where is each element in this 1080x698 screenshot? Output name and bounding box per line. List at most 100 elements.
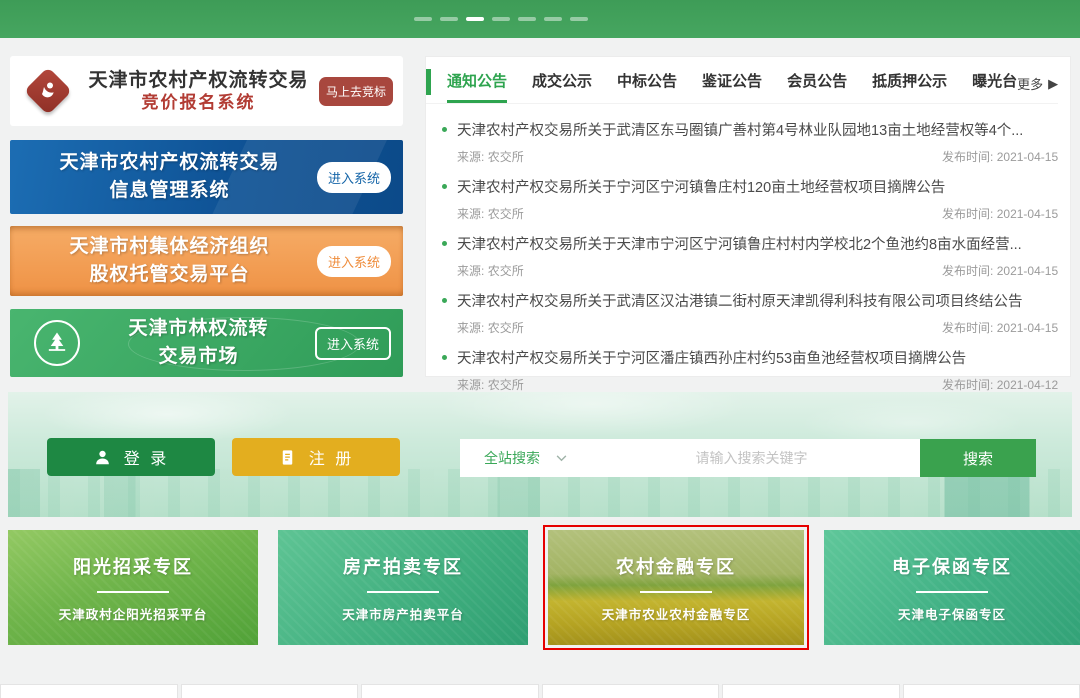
zone-rural-finance-highlighted[interactable]: 农村金融专区 天津市农业农村金融专区 bbox=[548, 530, 804, 645]
info-system-titles: 天津市农村产权流转交易 信息管理系统 bbox=[22, 149, 317, 204]
bullet-icon bbox=[442, 241, 447, 246]
list-item: 天津农村产权交易所关于宁河区宁河镇鲁庄村120亩土地经营权项目摘牌公告 来源: … bbox=[442, 165, 1058, 222]
zone-real-estate-auction[interactable]: 房产拍卖专区 天津市房产拍卖平台 bbox=[278, 530, 528, 645]
carousel-dot[interactable] bbox=[414, 17, 432, 21]
announcement-meta: 来源: 农交所 发布时间: 2021-04-15 bbox=[457, 319, 1058, 336]
announcements-tabbar: 通知公告 成交公示 中标公告 鉴证公告 会员公告 抵质押公示 曝光台 更多 ▶ bbox=[426, 69, 1058, 104]
forest-market-titles: 天津市林权流转 交易市场 bbox=[82, 315, 315, 370]
carousel-dot[interactable] bbox=[544, 17, 562, 21]
more-arrow-icon: ▶ bbox=[1048, 76, 1058, 92]
search-button[interactable]: 搜索 bbox=[920, 439, 1036, 477]
register-label: 注 册 bbox=[309, 445, 354, 469]
tab-notice[interactable]: 通知公告 bbox=[447, 70, 507, 103]
info-system-line1: 天津市农村产权流转交易 bbox=[22, 149, 317, 177]
announcement-list: 天津农村产权交易所关于武清区东马圈镇广善村第4号林业队园地13亩土地经营权等4个… bbox=[426, 104, 1058, 393]
bidding-card-subtitle: 竞价报名系统 bbox=[78, 92, 319, 113]
bidding-system-card[interactable]: 天津市农村产权流转交易 竞价报名系统 马上去竞标 bbox=[10, 56, 403, 126]
carousel-dot[interactable] bbox=[440, 17, 458, 21]
footer-cell[interactable] bbox=[0, 684, 178, 698]
login-label: 登 录 bbox=[124, 445, 169, 469]
list-item: 天津农村产权交易所关于宁河区潘庄镇西孙庄村约53亩鱼池经营权项目摘牌公告 来源:… bbox=[442, 336, 1058, 393]
enter-equity-system-button[interactable]: 进入系统 bbox=[317, 246, 391, 277]
announcement-source: 来源: 农交所 bbox=[457, 205, 524, 222]
tabbar-accent-bar bbox=[426, 69, 431, 95]
announcement-date: 发布时间: 2021-04-15 bbox=[942, 205, 1058, 222]
dove-figure-icon bbox=[36, 79, 60, 103]
announcement-link[interactable]: 天津农村产权交易所关于宁河区宁河镇鲁庄村120亩土地经营权项目摘牌公告 bbox=[442, 176, 1058, 197]
announcement-link[interactable]: 天津农村产权交易所关于天津市宁河区宁河镇鲁庄村村内学校北2个鱼池约8亩水面经营.… bbox=[442, 233, 1058, 254]
enter-forest-market-button[interactable]: 进入系统 bbox=[315, 327, 391, 360]
go-bid-button[interactable]: 马上去竞标 bbox=[319, 77, 393, 106]
announcement-link[interactable]: 天津农村产权交易所关于宁河区潘庄镇西孙庄村约53亩鱼池经营权项目摘牌公告 bbox=[442, 347, 1058, 368]
bidding-card-titles: 天津市农村产权流转交易 竞价报名系统 bbox=[78, 69, 319, 114]
zone-e-guarantee[interactable]: 电子保函专区 天津电子保函专区 bbox=[824, 530, 1080, 645]
zone-subtitle: 天津政村企阳光招采平台 bbox=[59, 604, 208, 623]
zone-subtitle: 天津市农业农村金融专区 bbox=[602, 604, 751, 623]
zone-divider bbox=[97, 591, 169, 593]
more-label: 更多 bbox=[1017, 74, 1043, 93]
zone-sunshine-procurement[interactable]: 阳光招采专区 天津政村企阳光招采平台 bbox=[8, 530, 258, 645]
search-bar: 全站搜索 bbox=[460, 439, 920, 477]
announcement-meta: 来源: 农交所 发布时间: 2021-04-12 bbox=[457, 376, 1058, 393]
search-scope-dropdown[interactable]: 全站搜索 bbox=[460, 439, 583, 477]
footer-links-strip bbox=[0, 684, 1080, 698]
list-item: 天津农村产权交易所关于武清区东马圈镇广善村第4号林业队园地13亩土地经营权等4个… bbox=[442, 108, 1058, 165]
more-link[interactable]: 更多 ▶ bbox=[1017, 74, 1058, 103]
carousel-dot[interactable] bbox=[492, 17, 510, 21]
tab-exposure[interactable]: 曝光台 bbox=[972, 70, 1017, 103]
carousel-dot[interactable] bbox=[518, 17, 536, 21]
zone-title: 农村金融专区 bbox=[616, 553, 736, 579]
announcement-title: 天津农村产权交易所关于宁河区潘庄镇西孙庄村约53亩鱼池经营权项目摘牌公告 bbox=[457, 347, 966, 368]
announcement-date: 发布时间: 2021-04-15 bbox=[942, 148, 1058, 165]
footer-cell[interactable] bbox=[722, 684, 900, 698]
announcement-source: 来源: 农交所 bbox=[457, 262, 524, 279]
footer-cell[interactable] bbox=[181, 684, 359, 698]
announcement-link[interactable]: 天津农村产权交易所关于武清区汉沽港镇二街村原天津凯得利科技有限公司项目终结公告 bbox=[442, 290, 1058, 311]
announcement-date: 发布时间: 2021-04-12 bbox=[942, 376, 1058, 393]
equity-platform-banner[interactable]: 天津市村集体经济组织 股权托管交易平台 进入系统 bbox=[10, 226, 403, 296]
announcement-meta: 来源: 农交所 发布时间: 2021-04-15 bbox=[457, 262, 1058, 279]
announcement-source: 来源: 农交所 bbox=[457, 148, 524, 165]
id-card-icon bbox=[278, 448, 297, 467]
login-button[interactable]: 登 录 bbox=[47, 438, 215, 476]
equity-platform-titles: 天津市村集体经济组织 股权托管交易平台 bbox=[22, 233, 317, 288]
carousel-dot-active[interactable] bbox=[466, 17, 484, 21]
tree-icon bbox=[34, 320, 80, 366]
announcement-link[interactable]: 天津农村产权交易所关于武清区东马圈镇广善村第4号林业队园地13亩土地经营权等4个… bbox=[442, 119, 1058, 140]
tab-pledge[interactable]: 抵质押公示 bbox=[872, 70, 947, 103]
carousel-indicators bbox=[414, 17, 588, 21]
announcement-date: 发布时间: 2021-04-15 bbox=[942, 319, 1058, 336]
bullet-icon bbox=[442, 184, 447, 189]
footer-cell[interactable] bbox=[542, 684, 720, 698]
footer-cell[interactable] bbox=[361, 684, 539, 698]
search-input[interactable] bbox=[583, 439, 920, 477]
forest-line2: 交易市场 bbox=[82, 343, 315, 371]
tab-deals[interactable]: 成交公示 bbox=[532, 70, 592, 103]
announcements-panel: 通知公告 成交公示 中标公告 鉴证公告 会员公告 抵质押公示 曝光台 更多 ▶ … bbox=[425, 56, 1071, 377]
search-hero-band: 登 录 注 册 全站搜索 搜索 bbox=[8, 392, 1072, 517]
forest-market-banner[interactable]: 天津市林权流转 交易市场 进入系统 bbox=[10, 309, 403, 377]
forest-line1: 天津市林权流转 bbox=[82, 315, 315, 343]
zone-divider bbox=[916, 591, 988, 593]
carousel-dot[interactable] bbox=[570, 17, 588, 21]
zone-divider bbox=[367, 591, 439, 593]
announcement-title: 天津农村产权交易所关于武清区东马圈镇广善村第4号林业队园地13亩土地经营权等4个… bbox=[457, 119, 1023, 140]
footer-cell[interactable] bbox=[903, 684, 1080, 698]
enter-info-system-button[interactable]: 进入系统 bbox=[317, 162, 391, 193]
site-logo-icon bbox=[24, 67, 72, 115]
tab-members[interactable]: 会员公告 bbox=[787, 70, 847, 103]
tab-winning-bid[interactable]: 中标公告 bbox=[617, 70, 677, 103]
announcement-title: 天津农村产权交易所关于天津市宁河区宁河镇鲁庄村村内学校北2个鱼池约8亩水面经营.… bbox=[457, 233, 1022, 254]
zone-subtitle: 天津市房产拍卖平台 bbox=[342, 604, 464, 623]
main-content: 天津市农村产权流转交易 竞价报名系统 马上去竞标 天津市农村产权流转交易 信息管… bbox=[0, 38, 1080, 377]
user-icon bbox=[93, 448, 112, 467]
bullet-icon bbox=[442, 127, 447, 132]
zone-subtitle: 天津电子保函专区 bbox=[898, 604, 1006, 623]
announcement-source: 来源: 农交所 bbox=[457, 376, 524, 393]
register-button[interactable]: 注 册 bbox=[232, 438, 400, 476]
tab-certification[interactable]: 鉴证公告 bbox=[702, 70, 762, 103]
announcement-meta: 来源: 农交所 发布时间: 2021-04-15 bbox=[457, 148, 1058, 165]
announcement-title: 天津农村产权交易所关于武清区汉沽港镇二街村原天津凯得利科技有限公司项目终结公告 bbox=[457, 290, 1023, 311]
info-system-banner[interactable]: 天津市农村产权流转交易 信息管理系统 进入系统 bbox=[10, 140, 403, 214]
top-carousel-banner bbox=[0, 0, 1080, 38]
